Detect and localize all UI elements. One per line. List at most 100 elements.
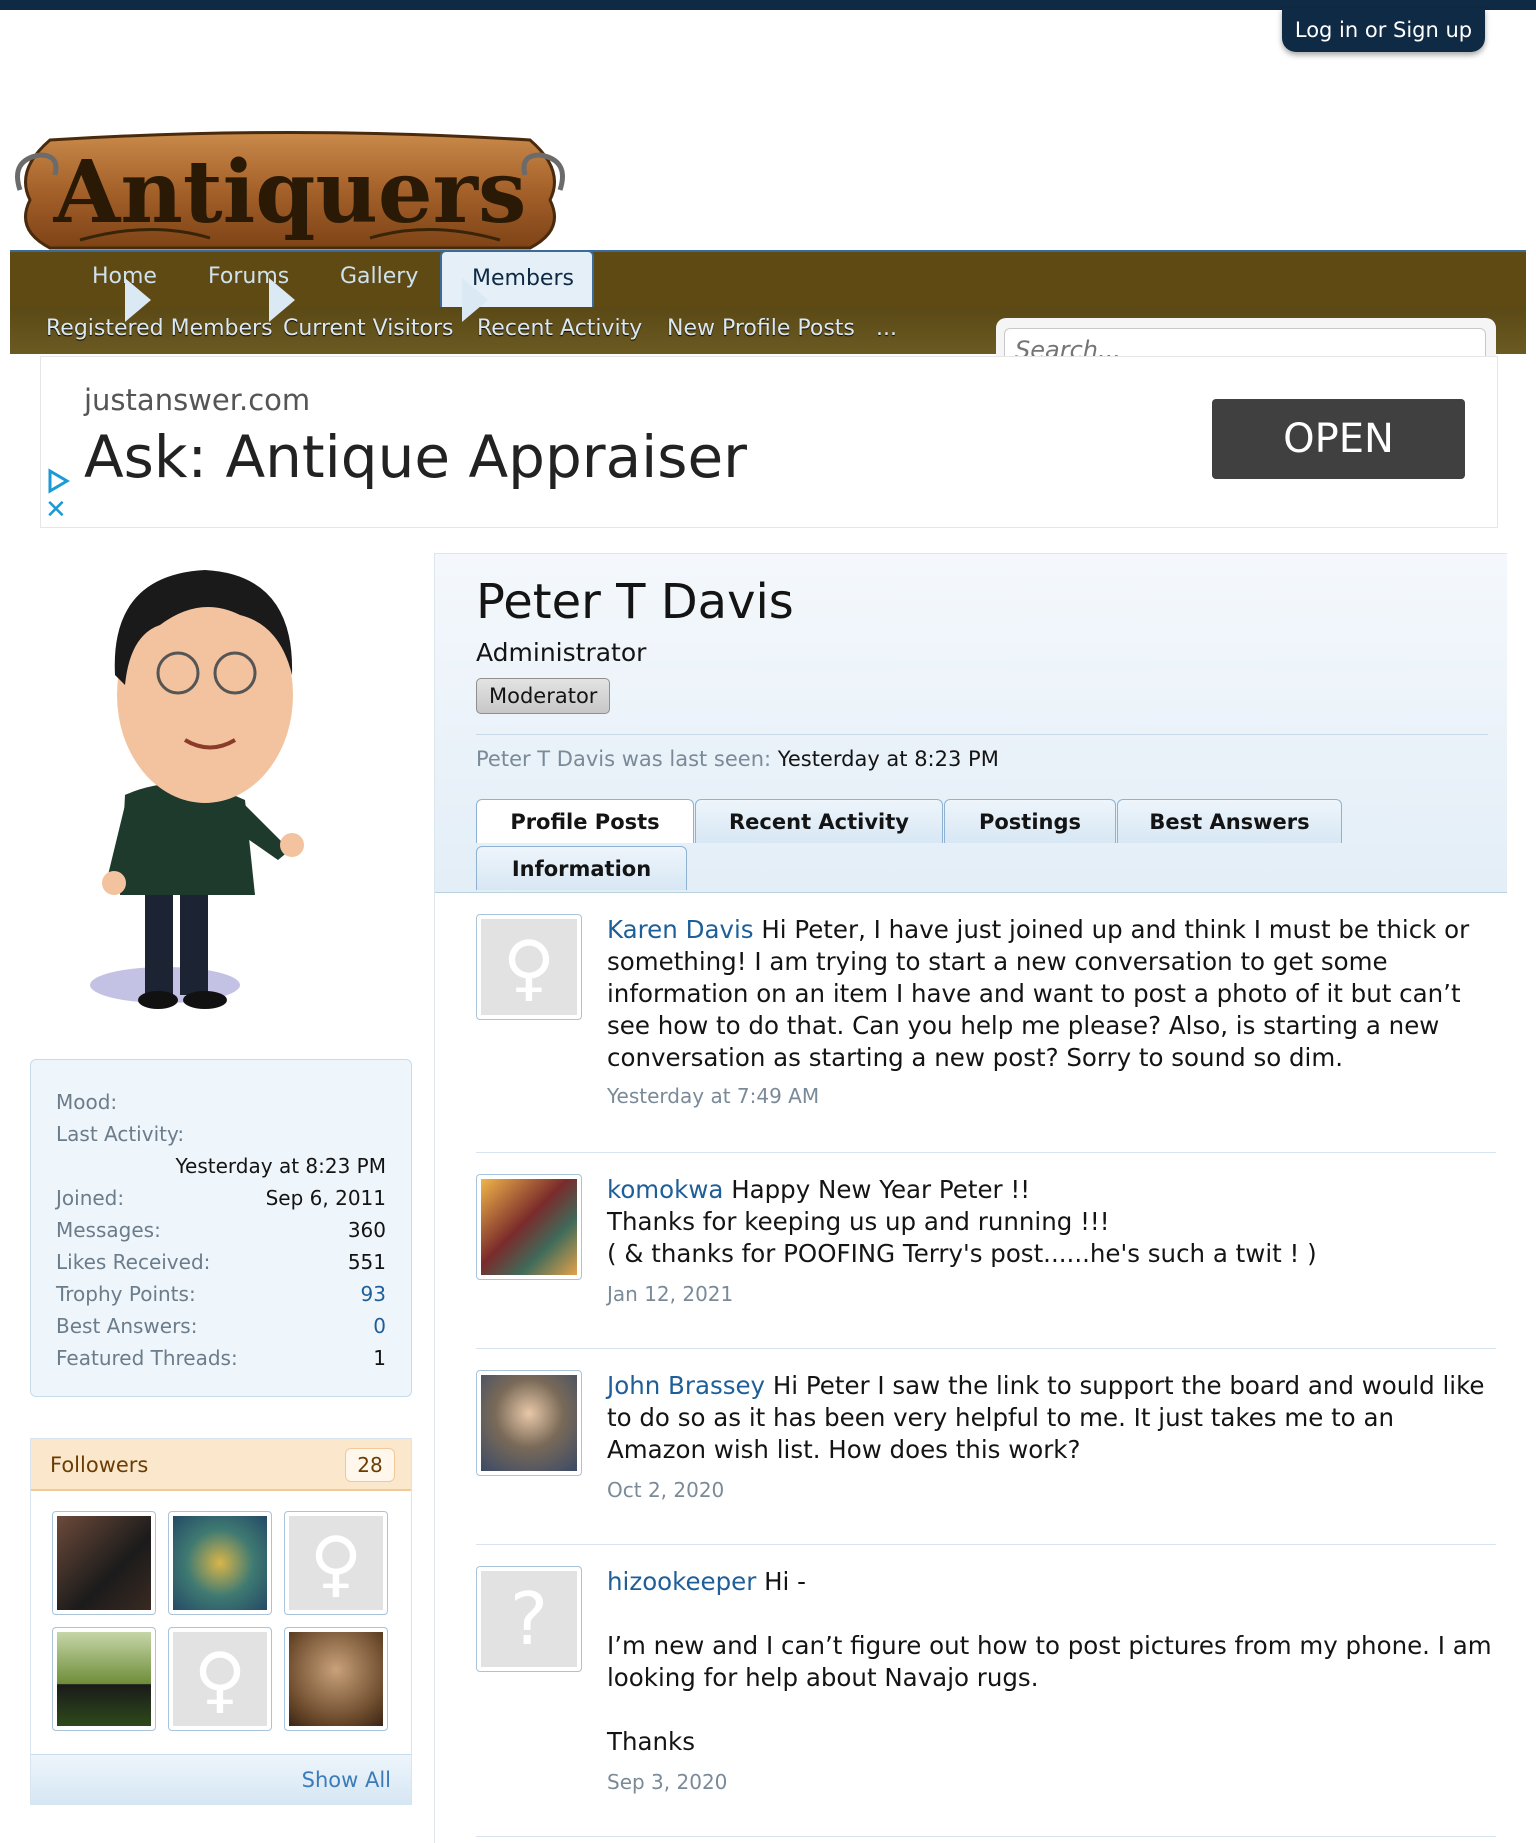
profile-stats: Mood: Last Activity: Yesterday at 8:23 P…: [30, 1059, 412, 1397]
ad-open-button[interactable]: OPEN: [1212, 399, 1465, 479]
post-date[interactable]: Sep 3, 2020: [607, 1770, 727, 1794]
ad-banner[interactable]: justanswer.com Ask: Antique Appraiser OP…: [40, 356, 1498, 528]
post-avatar[interactable]: ?: [476, 1566, 582, 1672]
post-text-line: ( & thanks for POOFING Terry's post.....…: [607, 1239, 1317, 1268]
moderator-badge: Moderator: [476, 678, 611, 714]
stat-label: Joined:: [56, 1186, 125, 1210]
tab-best-answers[interactable]: Best Answers: [1117, 799, 1342, 843]
ad-close-icon[interactable]: ✕: [45, 495, 67, 525]
follower-avatar[interactable]: [168, 1511, 272, 1615]
tab-recent-activity[interactable]: Recent Activity: [695, 799, 943, 843]
profile-name: Peter T Davis: [476, 574, 794, 630]
followers-panel: Followers 28 ♀ ♀ Show All: [30, 1438, 412, 1805]
stat-last-activity: Last Activity:: [56, 1122, 386, 1146]
stat-value: 551: [347, 1250, 386, 1274]
female-icon: ♀: [481, 919, 577, 1015]
post-text-line: Thanks for keeping us up and running !!!: [607, 1207, 1110, 1236]
post-date[interactable]: Oct 2, 2020: [607, 1478, 724, 1502]
unknown-gender-icon: ?: [481, 1571, 577, 1667]
post-text: Hi -: [756, 1567, 806, 1596]
stat-messages: Messages: 360: [56, 1218, 386, 1242]
subnav-current-visitors[interactable]: Current Visitors: [283, 316, 453, 341]
tab-postings[interactable]: Postings: [944, 799, 1116, 843]
profile-title: Administrator: [476, 638, 647, 667]
show-all-link[interactable]: Show All: [302, 1768, 391, 1792]
main-nav: Home Forums Gallery Members: [10, 250, 1526, 309]
post-text: Happy New Year Peter !!: [723, 1175, 1031, 1204]
ad-title[interactable]: Ask: Antique Appraiser: [84, 423, 747, 491]
post-separator: [476, 1836, 1496, 1837]
follower-avatar[interactable]: [284, 1627, 388, 1731]
stat-label: Trophy Points:: [56, 1282, 196, 1306]
post-separator: [476, 1544, 1496, 1545]
login-signup-button[interactable]: Log in or Sign up: [1282, 8, 1485, 52]
follower-avatar[interactable]: ♀: [284, 1511, 388, 1615]
last-seen-label: Peter T Davis was last seen:: [476, 747, 772, 771]
site-logo[interactable]: Antiquers: [10, 130, 570, 250]
followers-title: Followers: [50, 1453, 149, 1477]
stat-joined: Joined: Sep 6, 2011: [56, 1186, 386, 1210]
post-avatar[interactable]: [476, 1174, 582, 1280]
follower-avatar[interactable]: [52, 1627, 156, 1731]
stat-label: Likes Received:: [56, 1250, 211, 1274]
post-avatar[interactable]: [476, 1370, 582, 1476]
post-separator: [476, 1152, 1496, 1153]
ad-domain: justanswer.com: [84, 383, 311, 417]
last-seen: Peter T Davis was last seen: Yesterday a…: [476, 747, 999, 771]
post-body: komokwa Happy New Year Peter !! Thanks fo…: [607, 1174, 1497, 1270]
post-separator: [476, 1348, 1496, 1349]
followers-count: 28: [345, 1448, 395, 1482]
last-seen-value: Yesterday at 8:23 PM: [777, 747, 999, 771]
stat-mood: Mood:: [56, 1090, 386, 1114]
stat-value: Sep 6, 2011: [265, 1186, 386, 1210]
post-date[interactable]: Yesterday at 7:49 AM: [607, 1084, 819, 1108]
stat-label: Featured Threads:: [56, 1346, 238, 1370]
ad-choices-icon[interactable]: [45, 467, 73, 495]
tab-information[interactable]: Information: [476, 846, 687, 890]
stat-best-answers: Best Answers: 0: [56, 1314, 386, 1338]
followers-footer: Show All: [31, 1754, 411, 1805]
post-text-line: Thanks: [607, 1727, 695, 1756]
stat-featured-threads: Featured Threads: 1: [56, 1346, 386, 1370]
post-body: Karen Davis Hi Peter, I have just joined…: [607, 914, 1497, 1074]
stat-value: 360: [347, 1218, 386, 1242]
nav-pointer-icon: [269, 278, 295, 322]
follower-avatar[interactable]: ♀: [168, 1627, 272, 1731]
female-icon: ♀: [173, 1632, 267, 1726]
post-body: John Brassey Hi Peter I saw the link to …: [607, 1370, 1497, 1466]
post-avatar[interactable]: ♀: [476, 914, 582, 1020]
profile-main: Peter T Davis Administrator Moderator Pe…: [434, 553, 1507, 1843]
followers-header: Followers 28: [31, 1439, 411, 1491]
logo-graphic: Antiquers: [15, 131, 565, 250]
stat-value: 1: [373, 1346, 386, 1370]
subnav-recent-activity[interactable]: Recent Activity: [477, 316, 642, 341]
female-icon: ♀: [289, 1516, 383, 1610]
tab-profile-posts[interactable]: Profile Posts: [476, 799, 694, 843]
stat-value: Yesterday at 8:23 PM: [175, 1154, 387, 1178]
stat-label: Last Activity:: [56, 1122, 185, 1146]
caricature-image: [90, 570, 304, 1009]
post-author[interactable]: Karen Davis: [607, 915, 754, 944]
nav-pointer-icon: [462, 278, 488, 322]
subnav-registered-members[interactable]: Registered Members: [46, 316, 273, 341]
stat-label: Messages:: [56, 1218, 161, 1242]
follower-avatar[interactable]: [52, 1511, 156, 1615]
stat-likes: Likes Received: 551: [56, 1250, 386, 1274]
profile-avatar: [30, 555, 370, 1035]
subnav-new-profile-posts[interactable]: New Profile Posts: [667, 316, 855, 341]
profile-header: Peter T Davis Administrator Moderator Pe…: [435, 554, 1507, 893]
divider: [476, 734, 1488, 735]
best-answers-link[interactable]: 0: [373, 1314, 386, 1338]
post-author[interactable]: komokwa: [607, 1175, 723, 1204]
stat-trophy-points: Trophy Points: 93: [56, 1282, 386, 1306]
post-author[interactable]: hizookeeper: [607, 1567, 756, 1596]
post-author[interactable]: John Brassey: [607, 1371, 765, 1400]
stat-label: Mood:: [56, 1090, 118, 1114]
subnav-more[interactable]: ...: [876, 316, 897, 341]
trophy-points-link[interactable]: 93: [361, 1282, 386, 1306]
nav-pointer-icon: [125, 278, 151, 322]
stat-label: Best Answers:: [56, 1314, 198, 1338]
tab-gallery[interactable]: Gallery: [340, 264, 418, 289]
logo-text: Antiquers: [53, 142, 527, 243]
post-date[interactable]: Jan 12, 2021: [607, 1282, 733, 1306]
